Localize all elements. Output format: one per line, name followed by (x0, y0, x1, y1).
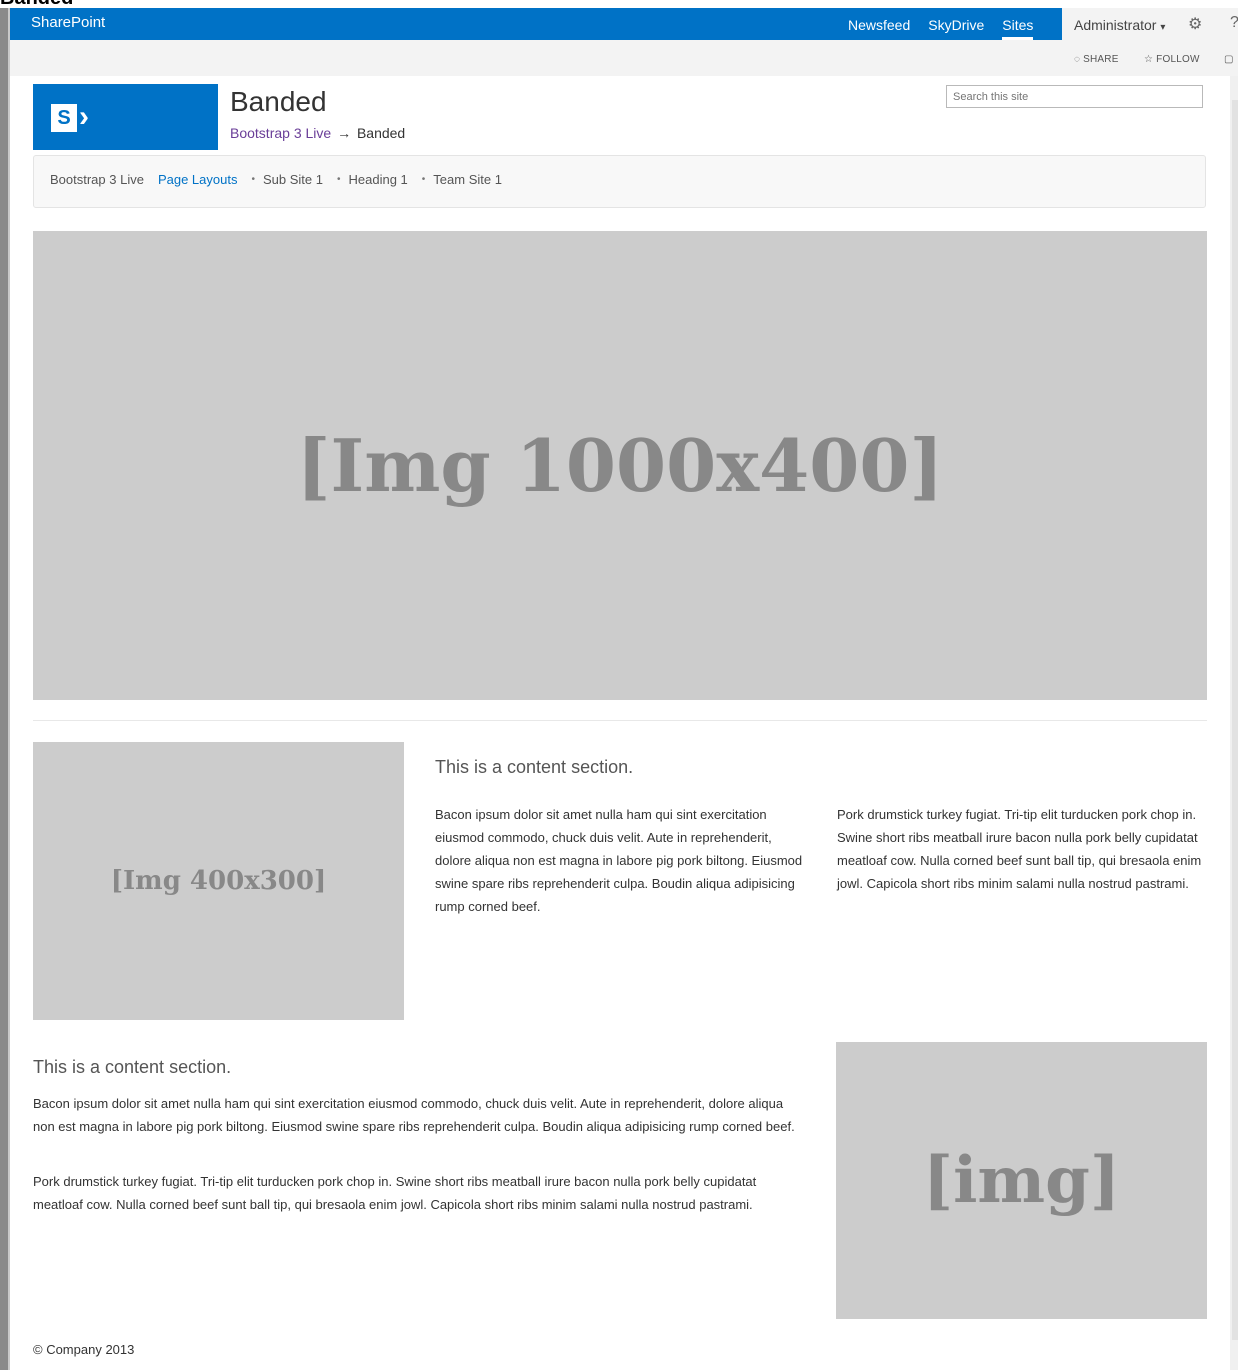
help-icon[interactable]: ? (1230, 14, 1238, 32)
nav-item-sub-site-1[interactable]: Sub Site 1 (263, 172, 323, 187)
page-heading: Banded (0, 0, 73, 8)
bullet-icon: • (251, 174, 255, 185)
nav-item-page-layouts[interactable]: Page Layouts (158, 172, 238, 187)
arrow-right-icon: → (337, 125, 352, 141)
share-label: SHARE (1083, 54, 1119, 65)
ribbon-bar: ◌ SHARE ☆ FOLLOW ▢ (10, 40, 1238, 76)
section1-title: This is a content section. (435, 757, 634, 777)
breadcrumb-current: Banded (356, 125, 406, 141)
section1-column1-text: Bacon ipsum dolor sit amet nulla ham qui… (435, 807, 803, 914)
nav-item-bootstrap-3-live[interactable]: Bootstrap 3 Live (50, 172, 144, 187)
window-left-border (0, 8, 8, 1370)
site-logo[interactable]: S › (33, 84, 218, 150)
breadcrumb: Bootstrap 3 Live → Banded (230, 125, 405, 141)
sharepoint-logo-icon: S (51, 104, 77, 132)
section2-title: This is a content section. (33, 1057, 232, 1077)
suite-bar: SharePoint Newsfeed SkyDrive Sites Admin… (10, 8, 1238, 40)
section2-paragraph1: Bacon ipsum dolor sit amet nulla ham qui… (33, 1096, 795, 1134)
gear-icon[interactable]: ⚙ (1188, 14, 1202, 34)
nav-item-team-site-1[interactable]: Team Site 1 (433, 172, 502, 187)
user-name: Administrator (1074, 17, 1157, 33)
top-navigation: Bootstrap 3 Live Page Layouts • Sub Site… (33, 155, 1206, 208)
logo-mark-icon: › (79, 100, 89, 133)
search-input[interactable] (946, 85, 1203, 108)
sites-link[interactable]: Sites (1002, 17, 1034, 40)
breadcrumb-parent-link[interactable]: Bootstrap 3 Live (230, 125, 331, 141)
hero-image-placeholder: [Img 1000x400] (33, 231, 1207, 700)
user-menu-button[interactable]: Administrator ▾ (1074, 17, 1165, 33)
share-icon: ◌ (1074, 54, 1081, 65)
follow-label: FOLLOW (1156, 54, 1200, 65)
nav-item-heading-1[interactable]: Heading 1 (349, 172, 408, 187)
section2-paragraph2: Pork drumstick turkey fugiat. Tri-tip el… (33, 1174, 757, 1212)
section2-image-placeholder: [img] (836, 1042, 1207, 1319)
bullet-icon: • (336, 174, 341, 185)
hero-image-label: [Img 1000x400] (296, 423, 944, 508)
window-left-border-inner (8, 8, 10, 1370)
bullet-icon: • (421, 174, 426, 185)
star-icon: ☆ (1144, 54, 1154, 65)
user-menu-area: Administrator ▾ ⚙ ? (1062, 8, 1238, 40)
suite-links: Newsfeed SkyDrive Sites (848, 17, 1051, 40)
follow-button[interactable]: ☆ FOLLOW (1144, 54, 1200, 65)
section1-column2-text: Pork drumstick turkey fugiat. Tri-tip el… (837, 807, 1202, 891)
footer-copyright: © Company 2013 (33, 1342, 135, 1357)
focus-content-icon[interactable]: ▢ (1224, 54, 1234, 65)
share-button[interactable]: ◌ SHARE (1074, 54, 1119, 65)
section2-image-label: [img] (922, 1143, 1121, 1218)
section-divider (33, 720, 1207, 721)
scrollbar-thumb[interactable] (1232, 100, 1238, 1340)
sharepoint-brand-link[interactable]: SharePoint (31, 14, 105, 31)
page-title: Banded (230, 86, 327, 117)
section1-image-placeholder: [Img 400x300] (33, 742, 404, 1020)
skydrive-link[interactable]: SkyDrive (928, 17, 984, 40)
chevron-down-icon: ▾ (1160, 22, 1166, 33)
newsfeed-link[interactable]: Newsfeed (848, 17, 910, 40)
section1-image-label: [Img 400x300] (110, 866, 327, 896)
